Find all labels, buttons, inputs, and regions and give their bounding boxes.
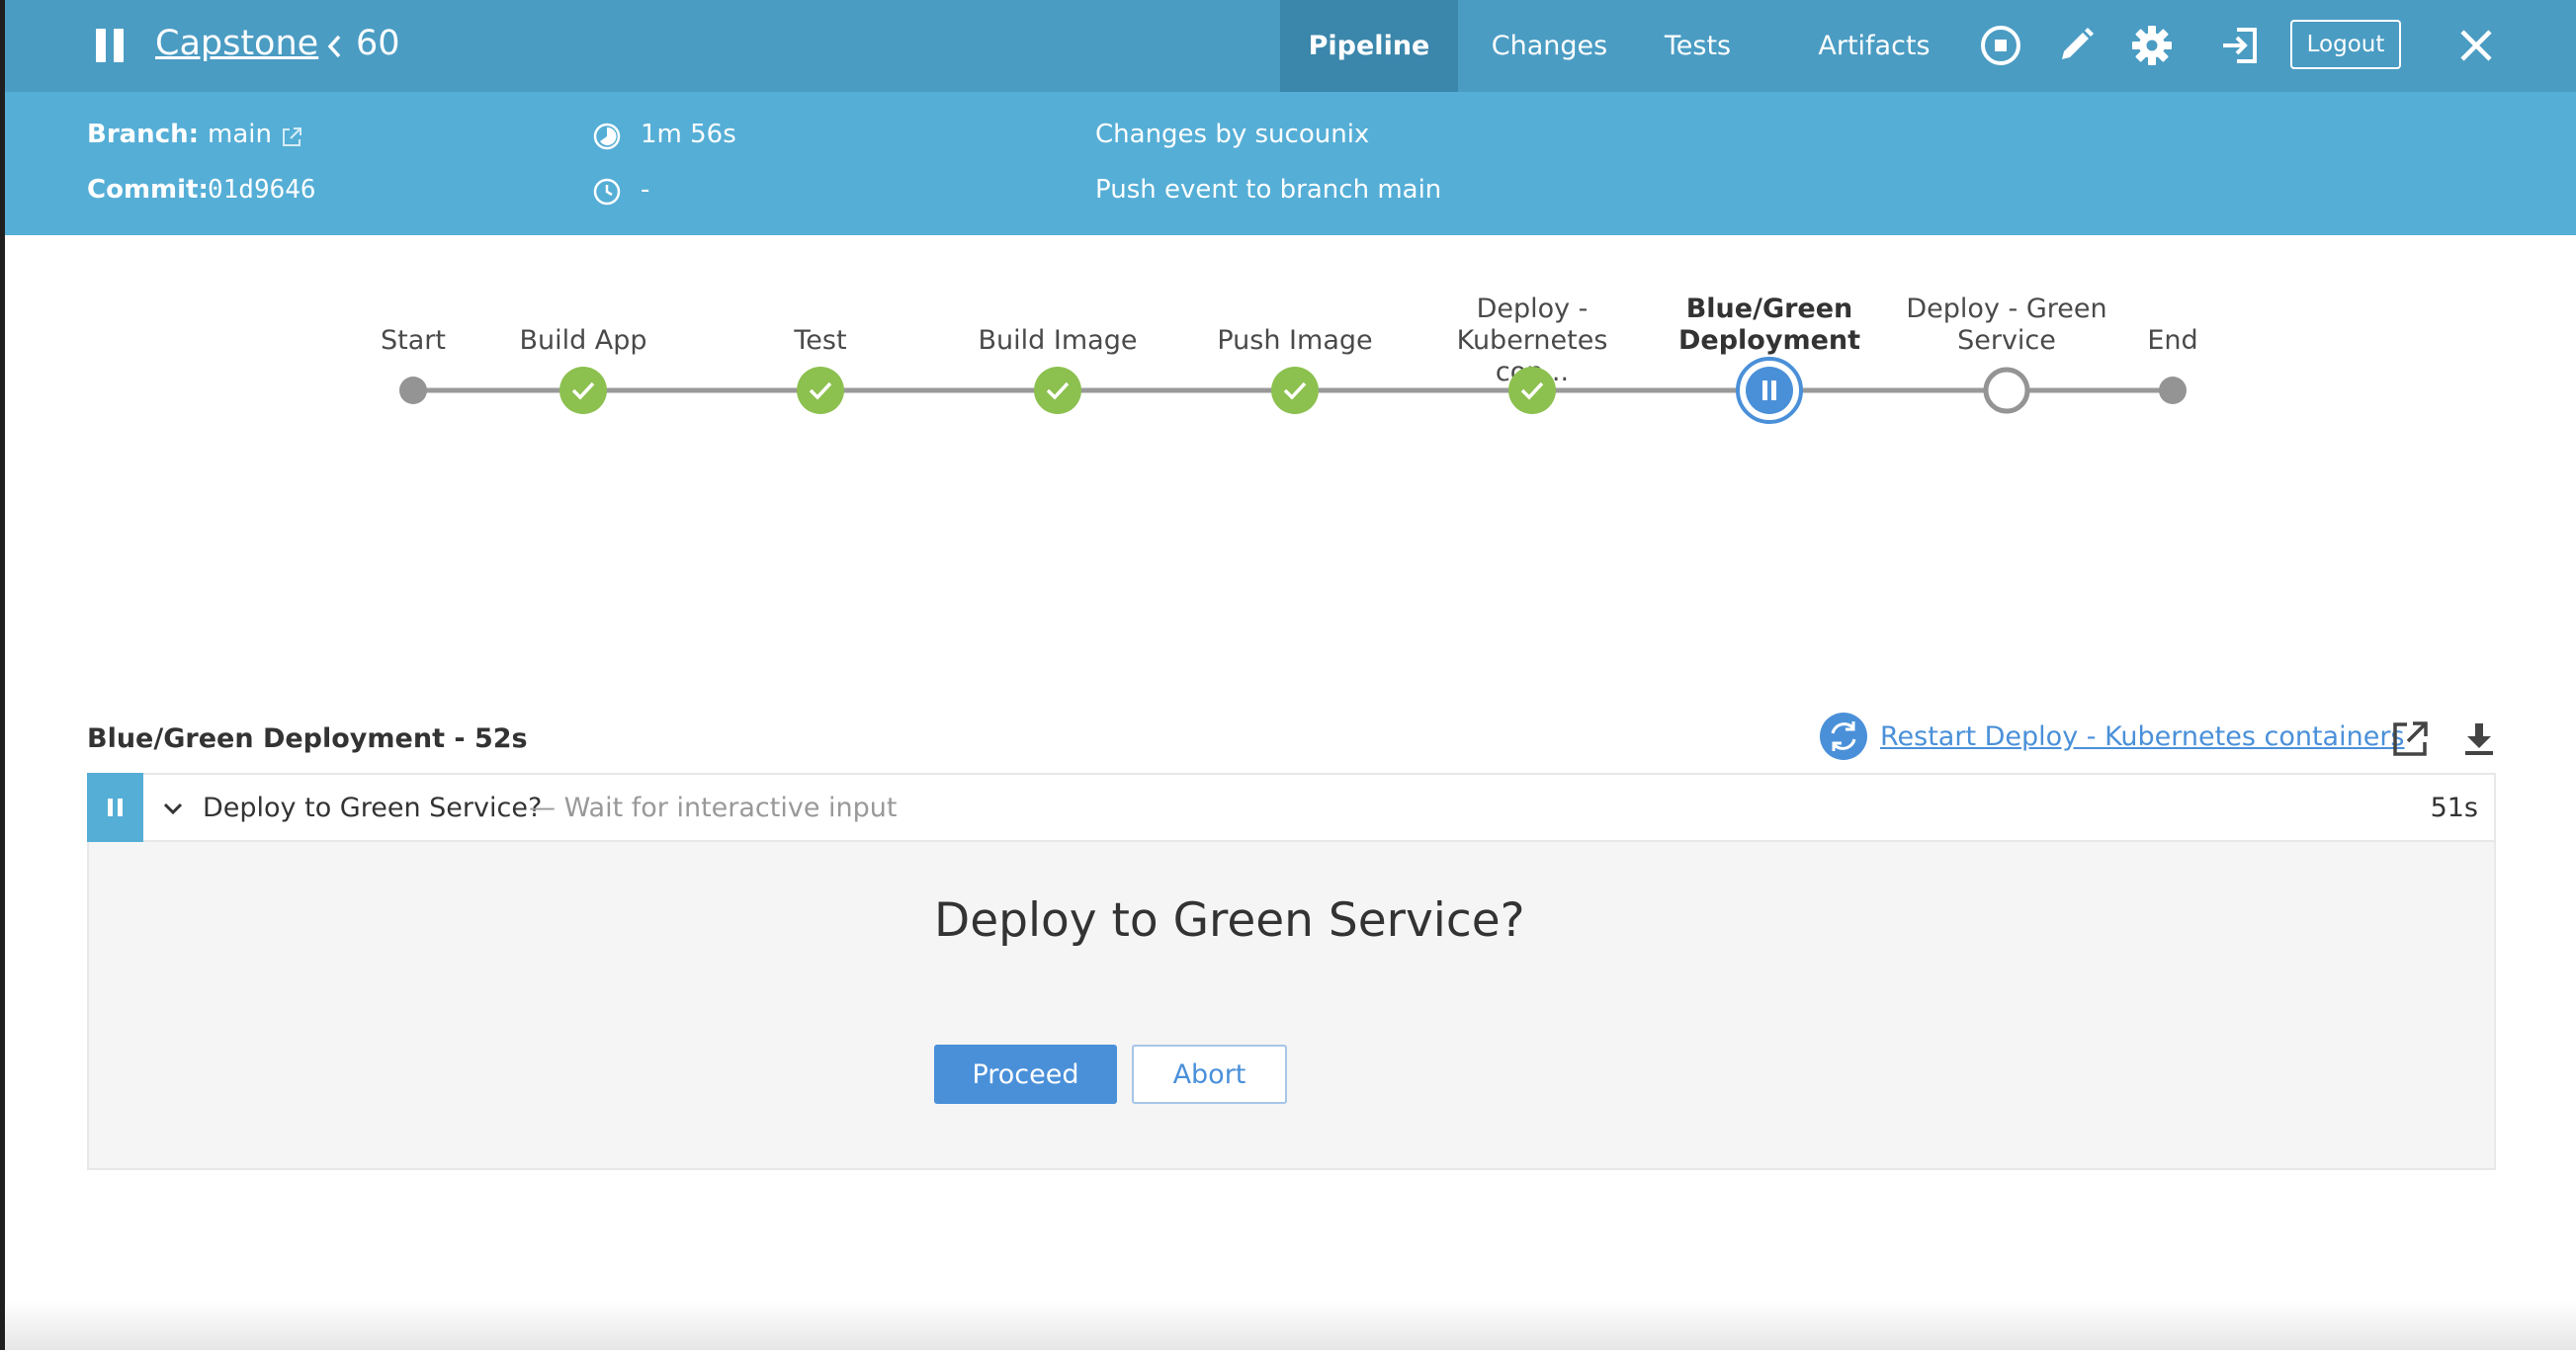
top-bar: Capstone 60 Pipeline Changes Tests Artif… <box>5 0 2576 92</box>
logout-button[interactable]: Logout <box>2290 20 2401 69</box>
restart-link[interactable]: Restart Deploy - Kubernetes containers <box>1880 721 2405 752</box>
pipeline-title-link[interactable]: Capstone <box>155 22 318 67</box>
stage-node-test[interactable] <box>796 366 845 415</box>
proceed-button[interactable]: Proceed <box>934 1045 1117 1104</box>
tab-changes[interactable]: Changes <box>1478 0 1621 92</box>
restart-stage[interactable]: Restart Deploy - Kubernetes containers <box>1819 712 2405 761</box>
step-description: — Wait for interactive input <box>529 793 898 823</box>
download-icon[interactable] <box>2459 719 2499 759</box>
edit-icon[interactable] <box>2052 22 2100 69</box>
stage-node-deploy-green[interactable] <box>1982 366 2031 415</box>
stage-detail-title: Blue/Green Deployment - 52s <box>87 723 528 754</box>
stage-node-blue-green[interactable] <box>1735 356 1804 425</box>
commit-label: Commit: <box>87 175 209 205</box>
stage-node-build-image[interactable] <box>1033 366 1082 415</box>
branch-value: main <box>208 120 272 149</box>
input-panel: Deploy to Green Service? Proceed Abort <box>87 842 2496 1170</box>
stage-label-test: Test <box>794 325 847 356</box>
tab-tests[interactable]: Tests <box>1636 0 1760 92</box>
open-in-new-icon[interactable] <box>2390 719 2430 759</box>
restart-icon[interactable] <box>1819 712 1868 761</box>
bottom-shadow <box>5 1301 2576 1350</box>
clock-icon <box>593 178 621 206</box>
stage-label-blue-green: Blue/Green Deployment <box>1677 294 1861 356</box>
step-name: Deploy to Green Service? <box>203 793 543 823</box>
run-number: 60 <box>356 24 400 63</box>
run-info-bar: Branch: main Commit: 01d9646 1m 56s - Ch… <box>5 92 2576 235</box>
chevron-left-icon <box>327 35 341 58</box>
end-node <box>2159 377 2187 404</box>
step-duration: 51s <box>2430 793 2478 823</box>
tab-artifacts[interactable]: Artifacts <box>1804 0 1944 92</box>
stage-node-build-app[interactable] <box>558 366 608 415</box>
duration-icon <box>593 123 621 150</box>
branch-label: Branch: <box>87 120 200 149</box>
abort-button[interactable]: Abort <box>1132 1045 1287 1104</box>
stage-node-push-image[interactable] <box>1270 366 1320 415</box>
stage-label-push-image: Push Image <box>1217 325 1373 356</box>
gear-icon[interactable] <box>2128 22 2176 69</box>
commit-value: 01d9646 <box>208 175 316 205</box>
start-node <box>399 377 427 404</box>
step-row[interactable]: Deploy to Green Service? — Wait for inte… <box>87 773 2496 842</box>
stage-label-build-app: Build App <box>519 325 647 356</box>
input-message: Deploy to Green Service? <box>934 893 1525 948</box>
exit-icon[interactable] <box>2217 22 2265 69</box>
stage-label-end: End <box>2147 325 2198 356</box>
changes-text: Changes by sucounix <box>1095 120 1370 149</box>
pipeline-graph: Start Build App Test Build Image Push Im… <box>5 235 2576 532</box>
stage-label-build-image: Build Image <box>978 325 1138 356</box>
run-paused-icon <box>92 27 131 66</box>
app-window: Capstone 60 Pipeline Changes Tests Artif… <box>5 0 2576 1350</box>
cause-text: Push event to branch main <box>1095 175 1442 205</box>
step-paused-icon <box>87 773 143 842</box>
tab-pipeline[interactable]: Pipeline <box>1280 0 1458 92</box>
chevron-down-icon[interactable] <box>162 799 184 818</box>
stage-node-deploy-k8s[interactable] <box>1507 366 1557 415</box>
stop-icon[interactable] <box>1977 22 2024 69</box>
external-link-icon[interactable] <box>280 126 303 149</box>
close-icon[interactable] <box>2452 22 2500 69</box>
started-value: - <box>641 175 650 205</box>
duration-value: 1m 56s <box>641 120 736 149</box>
